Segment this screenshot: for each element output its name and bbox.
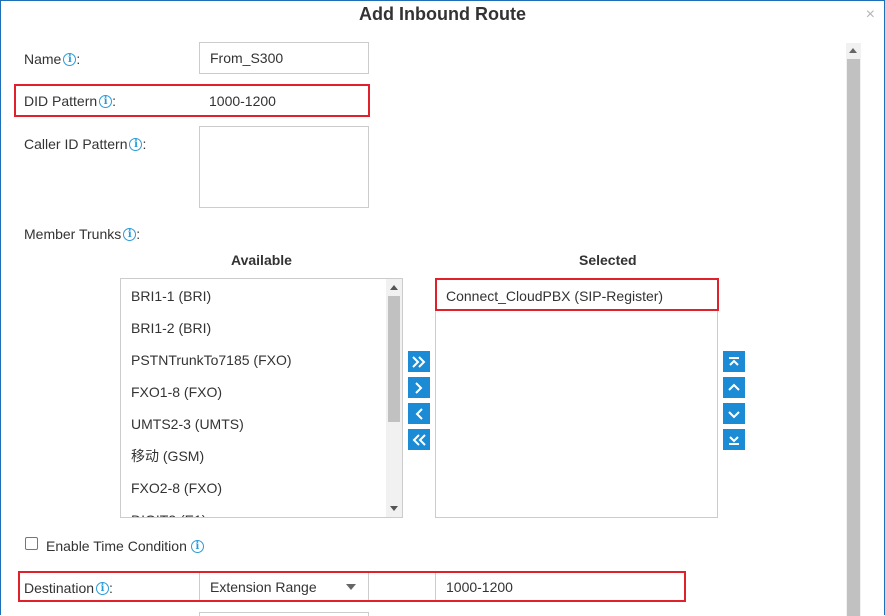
move-left-button[interactable] <box>408 403 430 424</box>
chevron-up-icon <box>728 383 740 391</box>
list-item[interactable]: 移动 (GSM) <box>121 440 402 472</box>
list-item[interactable]: BRI1-2 (BRI) <box>121 312 402 344</box>
move-all-right-button[interactable] <box>408 351 430 372</box>
double-chevron-right-icon <box>412 355 426 368</box>
add-inbound-route-dialog: Add Inbound Route × Name i: From_S300 DID… <box>0 0 885 616</box>
available-trunks-list[interactable]: BRI1-1 (BRI) BRI1-2 (BRI) PSTNTrunkTo718… <box>120 278 403 518</box>
dialog-title: Add Inbound Route <box>359 4 526 24</box>
available-heading: Available <box>231 252 292 268</box>
caller-id-pattern-label-text: Caller ID Pattern <box>24 136 128 152</box>
chevron-down-icon <box>728 410 740 418</box>
name-input[interactable]: From_S300 <box>199 42 369 74</box>
available-list-scrollbar[interactable] <box>386 279 402 517</box>
move-to-top-icon <box>729 356 739 366</box>
member-trunks-label-text: Member Trunks <box>24 226 122 242</box>
info-circle-icon[interactable]: i <box>123 228 137 241</box>
info-circle-icon[interactable]: i <box>129 138 143 151</box>
dialog-scrollbar[interactable] <box>846 43 861 616</box>
list-item[interactable]: DIGIT3 (E1) <box>121 504 402 517</box>
chevron-right-icon <box>415 381 423 394</box>
member-trunks-label: Member Trunks i: <box>24 226 140 242</box>
scrollbar-thumb[interactable] <box>847 59 860 616</box>
move-right-button[interactable] <box>408 377 430 398</box>
info-circle-icon[interactable]: i <box>63 53 77 66</box>
time-condition-label-text: Enable Time Condition <box>46 538 187 554</box>
move-down-button[interactable] <box>723 403 745 424</box>
time-condition-checkbox[interactable] <box>25 537 38 550</box>
list-item[interactable]: PSTNTrunkTo7185 (FXO) <box>121 344 402 376</box>
scroll-up-arrow-icon[interactable] <box>849 48 857 53</box>
did-pattern-highlight <box>14 84 370 117</box>
list-item[interactable]: UMTS2-3 (UMTS) <box>121 408 402 440</box>
name-input-value: From_S300 <box>210 50 284 66</box>
list-item[interactable]: BRI1-1 (BRI) <box>121 280 402 312</box>
member-trunks-label-suffix: : <box>136 226 141 242</box>
selected-trunk-highlight <box>435 278 719 311</box>
caller-id-pattern-label: Caller ID Pattern i: <box>24 136 146 152</box>
move-all-left-button[interactable] <box>408 429 430 450</box>
time-condition-label: Enable Time Condition i <box>46 538 204 554</box>
move-to-bottom-icon <box>729 435 739 445</box>
move-up-button[interactable] <box>723 377 745 398</box>
list-item[interactable]: FXO2-8 (FXO) <box>121 472 402 504</box>
chevron-left-icon <box>415 407 423 420</box>
caller-id-pattern-textarea[interactable] <box>199 126 369 208</box>
close-icon[interactable]: × <box>866 6 875 24</box>
scrollbar-thumb[interactable] <box>388 296 400 422</box>
info-circle-icon[interactable]: i <box>190 540 204 553</box>
name-label-suffix: : <box>76 51 81 67</box>
name-label: Name i: <box>24 51 80 67</box>
name-label-text: Name <box>24 51 62 67</box>
move-top-button[interactable] <box>723 351 745 372</box>
double-chevron-left-icon <box>412 433 426 446</box>
list-item[interactable]: FXO1-8 (FXO) <box>121 376 402 408</box>
next-field-edge <box>199 612 369 616</box>
destination-highlight <box>18 571 686 602</box>
scroll-up-arrow-icon[interactable] <box>390 285 398 290</box>
selected-trunks-list[interactable]: Connect_CloudPBX (SIP-Register) <box>435 278 718 518</box>
move-bottom-button[interactable] <box>723 429 745 450</box>
caller-id-pattern-label-suffix: : <box>142 136 147 152</box>
selected-heading: Selected <box>579 252 637 268</box>
scroll-down-arrow-icon[interactable] <box>390 506 398 511</box>
